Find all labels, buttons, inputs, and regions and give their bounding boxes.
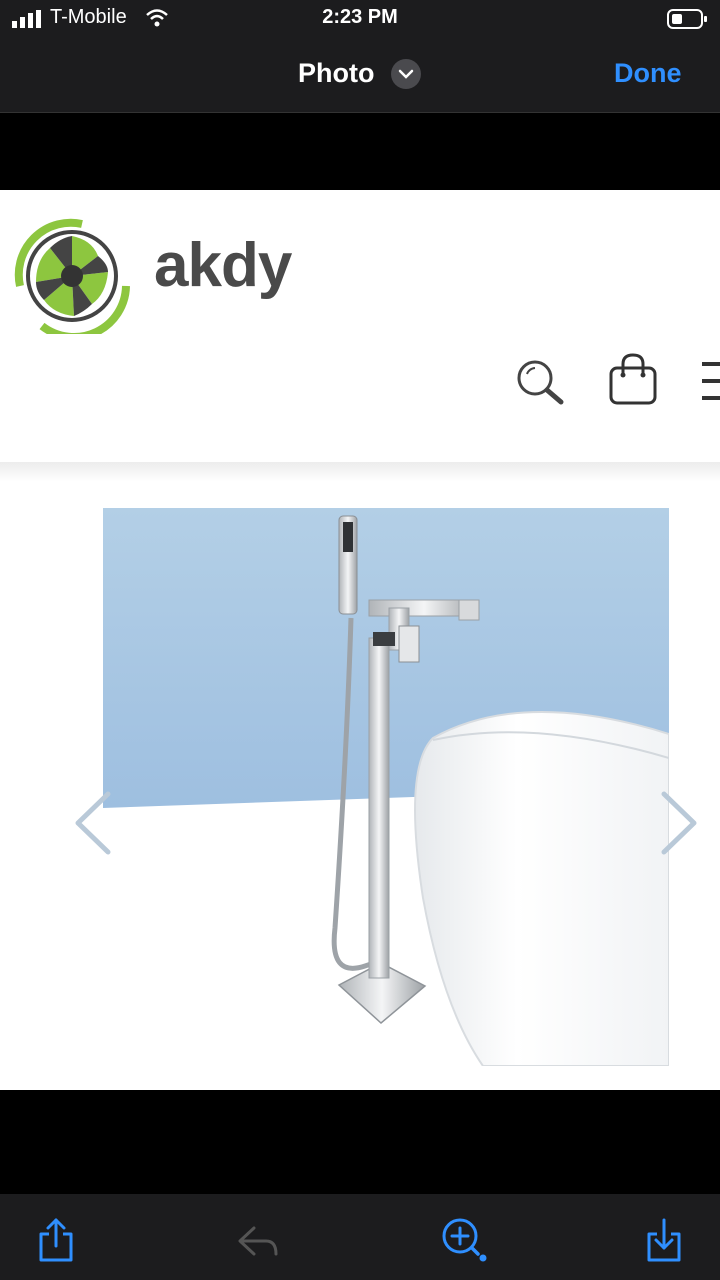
chevron-down-icon (398, 69, 414, 79)
search-icon[interactable] (515, 358, 567, 406)
bathtub-faucet-illustration (103, 508, 669, 1066)
product-image (103, 508, 669, 1066)
akdy-logo-icon (14, 218, 130, 334)
bottom-toolbar (0, 1194, 720, 1280)
share-icon[interactable] (36, 1216, 76, 1264)
status-time: 2:23 PM (322, 6, 398, 28)
save-icon[interactable] (644, 1216, 684, 1264)
menu-icon[interactable] (702, 360, 720, 404)
brand-name: akdy (154, 231, 292, 300)
photo-title[interactable]: Photo (298, 58, 374, 89)
shopping-bag-icon[interactable] (608, 352, 658, 406)
battery-icon (667, 9, 707, 29)
done-button[interactable]: Done (614, 58, 682, 89)
previous-image-arrow-icon[interactable] (70, 790, 114, 856)
title-menu-button[interactable] (391, 59, 421, 89)
next-image-arrow-icon[interactable] (658, 790, 702, 856)
markup-icon (238, 1226, 278, 1256)
zoom-icon[interactable] (440, 1216, 490, 1264)
header-divider (0, 462, 720, 482)
